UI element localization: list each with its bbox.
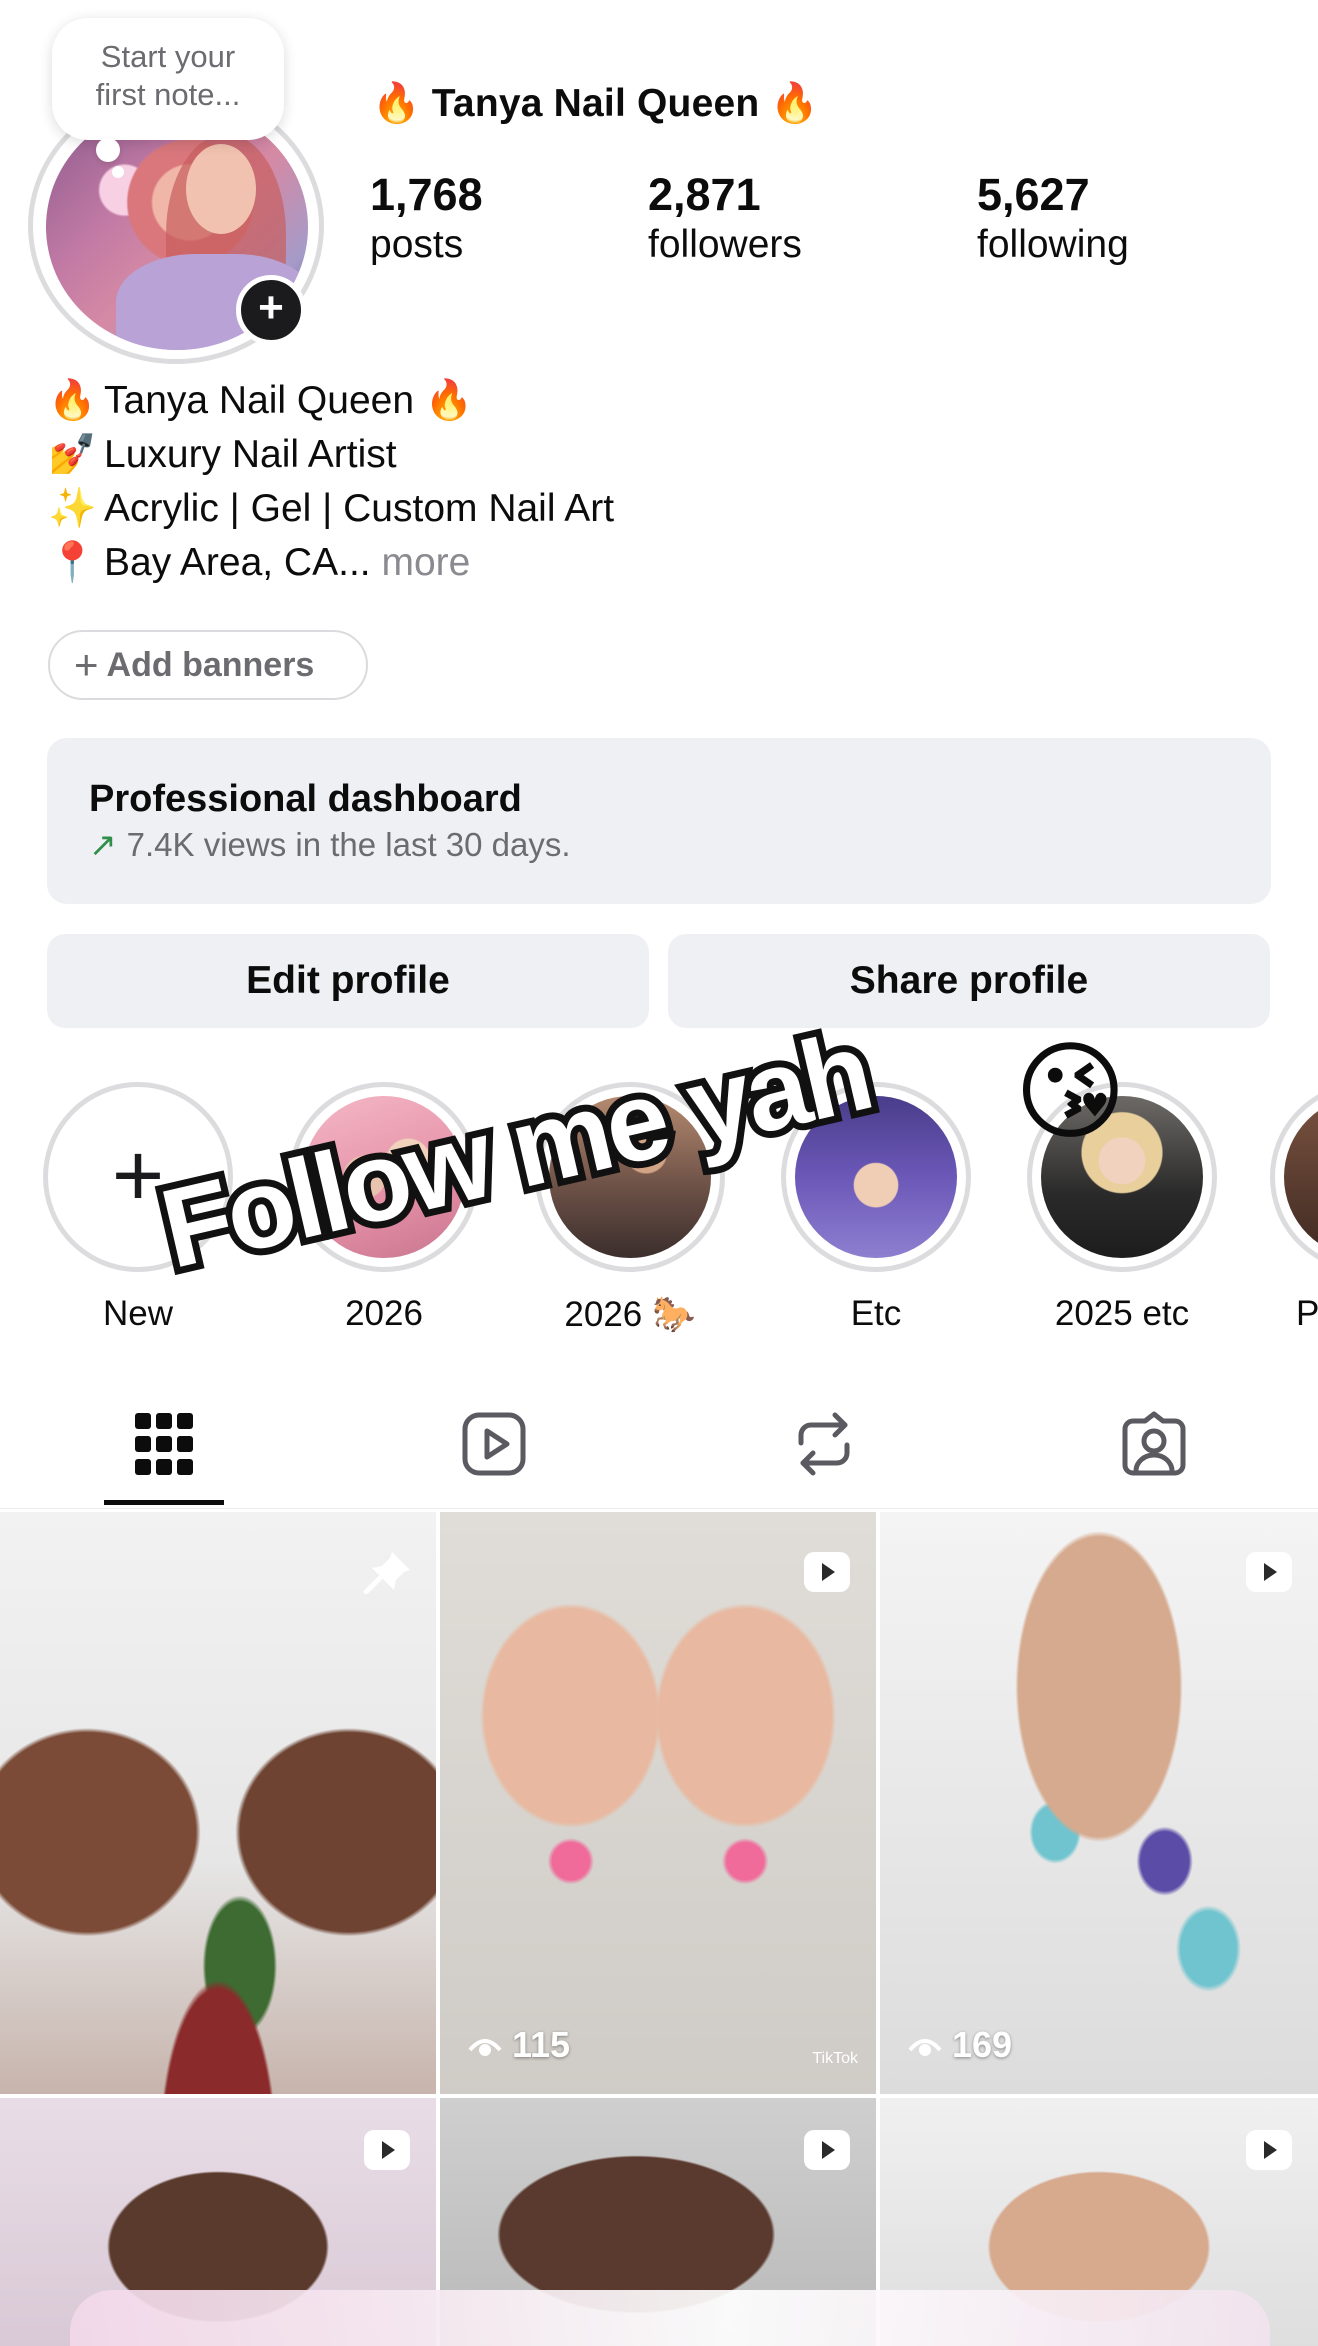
video-icon <box>804 2130 850 2170</box>
view-count-text: 169 <box>952 2024 1013 2065</box>
add-banners-button[interactable]: + Add banners <box>48 630 368 700</box>
dashboard-title: Professional dashboard <box>89 778 522 820</box>
tab-grid[interactable] <box>84 1398 244 1490</box>
note-text-line1: Start your <box>100 39 236 74</box>
highlight-thumbnail <box>1284 1096 1318 1258</box>
tiktok-watermark: TikTok <box>812 2050 858 2067</box>
post-tile[interactable]: 115 TikTok <box>440 1512 876 2094</box>
highlight-label: 2026 🐎 <box>564 1295 696 1334</box>
highlight-ring <box>1270 1082 1318 1272</box>
pin-icon: 📍 <box>48 541 97 584</box>
stat-following-label: following <box>977 223 1129 266</box>
highlight-label: Etc <box>850 1294 902 1333</box>
pin-icon <box>363 1552 410 1594</box>
bio-line: 📍 Bay Area, CA... more <box>48 536 614 590</box>
view-count-text: 115 <box>512 2024 571 2065</box>
dashboard-subtitle: ↗ 7.4K views in the last 30 days. <box>89 824 1271 866</box>
video-icon <box>1246 2130 1292 2170</box>
stat-followers-count: 2,871 <box>648 169 761 220</box>
stat-following[interactable]: 5,627 following <box>977 170 1129 268</box>
plus-icon: + <box>74 641 99 688</box>
bottom-sheet-peek[interactable] <box>70 2290 1270 2346</box>
bio-text: Luxury Nail Artist <box>104 433 397 476</box>
avatar-face <box>186 144 256 234</box>
tab-tagged[interactable] <box>1074 1398 1234 1490</box>
active-tab-indicator <box>104 1500 224 1505</box>
highlight-label: P <box>1296 1294 1318 1333</box>
stat-followers-label: followers <box>648 223 802 266</box>
tagged-icon <box>1122 1411 1186 1476</box>
tab-reels[interactable] <box>414 1398 574 1490</box>
video-icon <box>364 2130 410 2170</box>
nail-polish-icon: 💅 <box>48 433 97 476</box>
stat-followers[interactable]: 2,871 followers <box>648 170 802 268</box>
tab-reposts[interactable] <box>744 1398 904 1490</box>
follow-me-sticker: Follow me yah <box>143 1001 886 1299</box>
eye-icon <box>468 2039 502 2056</box>
bio-line: ✨ Acrylic | Gel | Custom Nail Art <box>48 482 614 536</box>
highlight-label: 2025 etc <box>1054 1294 1190 1333</box>
post-tile[interactable]: 169 <box>880 1512 1318 2094</box>
reels-icon <box>462 1412 526 1476</box>
post-tile[interactable] <box>0 1512 436 2094</box>
kiss-emoji-icon: 😘 <box>1014 1031 1127 1152</box>
highlight-item[interactable]: P <box>1270 1082 1318 1334</box>
profile-bio: 🔥 Tanya Nail Queen 🔥 💅 Luxury Nail Artist … <box>48 374 614 590</box>
bio-more-link[interactable]: more <box>381 541 470 584</box>
sparkles-icon: ✨ <box>48 487 97 530</box>
highlight-label: New <box>102 1294 174 1333</box>
eye-icon <box>908 2039 942 2056</box>
bio-text: Acrylic | Gel | Custom Nail Art <box>104 487 615 530</box>
grid-icon <box>135 1413 193 1475</box>
add-story-button[interactable]: + <box>236 275 306 345</box>
note-text-line2: first note... <box>95 77 241 112</box>
video-icon <box>1246 1552 1292 1592</box>
repost-icon <box>798 1412 850 1476</box>
trend-up-icon: ↗ <box>89 826 117 863</box>
video-icon <box>804 1552 850 1592</box>
stat-posts[interactable]: 1,768 posts <box>370 170 483 268</box>
fire-icon: 🔥 <box>48 379 97 422</box>
note-bubble-tail-small <box>112 166 124 178</box>
bio-line: 💅 Luxury Nail Artist <box>48 428 614 482</box>
edit-profile-button[interactable]: Edit profile <box>47 934 649 1028</box>
bio-text: Bay Area, CA... <box>104 541 371 584</box>
note-bubble[interactable]: Start your first note... <box>52 18 284 140</box>
bio-line: 🔥 Tanya Nail Queen 🔥 <box>48 374 614 428</box>
stat-posts-label: posts <box>370 223 464 266</box>
profile-username: 🔥 Tanya Nail Queen 🔥 <box>372 82 820 125</box>
tabs-divider <box>0 1508 1318 1509</box>
share-profile-button[interactable]: Share profile <box>668 934 1270 1028</box>
stat-following-count: 5,627 <box>977 169 1090 220</box>
view-count: 115 <box>468 2024 570 2066</box>
add-banners-label: Add banners <box>106 646 315 684</box>
bio-text: Tanya Nail Queen 🔥 <box>104 379 474 422</box>
view-count: 169 <box>908 2024 1012 2066</box>
professional-dashboard-card[interactable]: Professional dashboard ↗ 7.4K views in th… <box>47 738 1271 904</box>
note-bubble-tail <box>96 138 120 162</box>
stat-posts-count: 1,768 <box>370 169 483 220</box>
dashboard-views-text: 7.4K views in the last 30 days. <box>126 826 571 863</box>
highlight-label: 2026 <box>345 1294 423 1333</box>
